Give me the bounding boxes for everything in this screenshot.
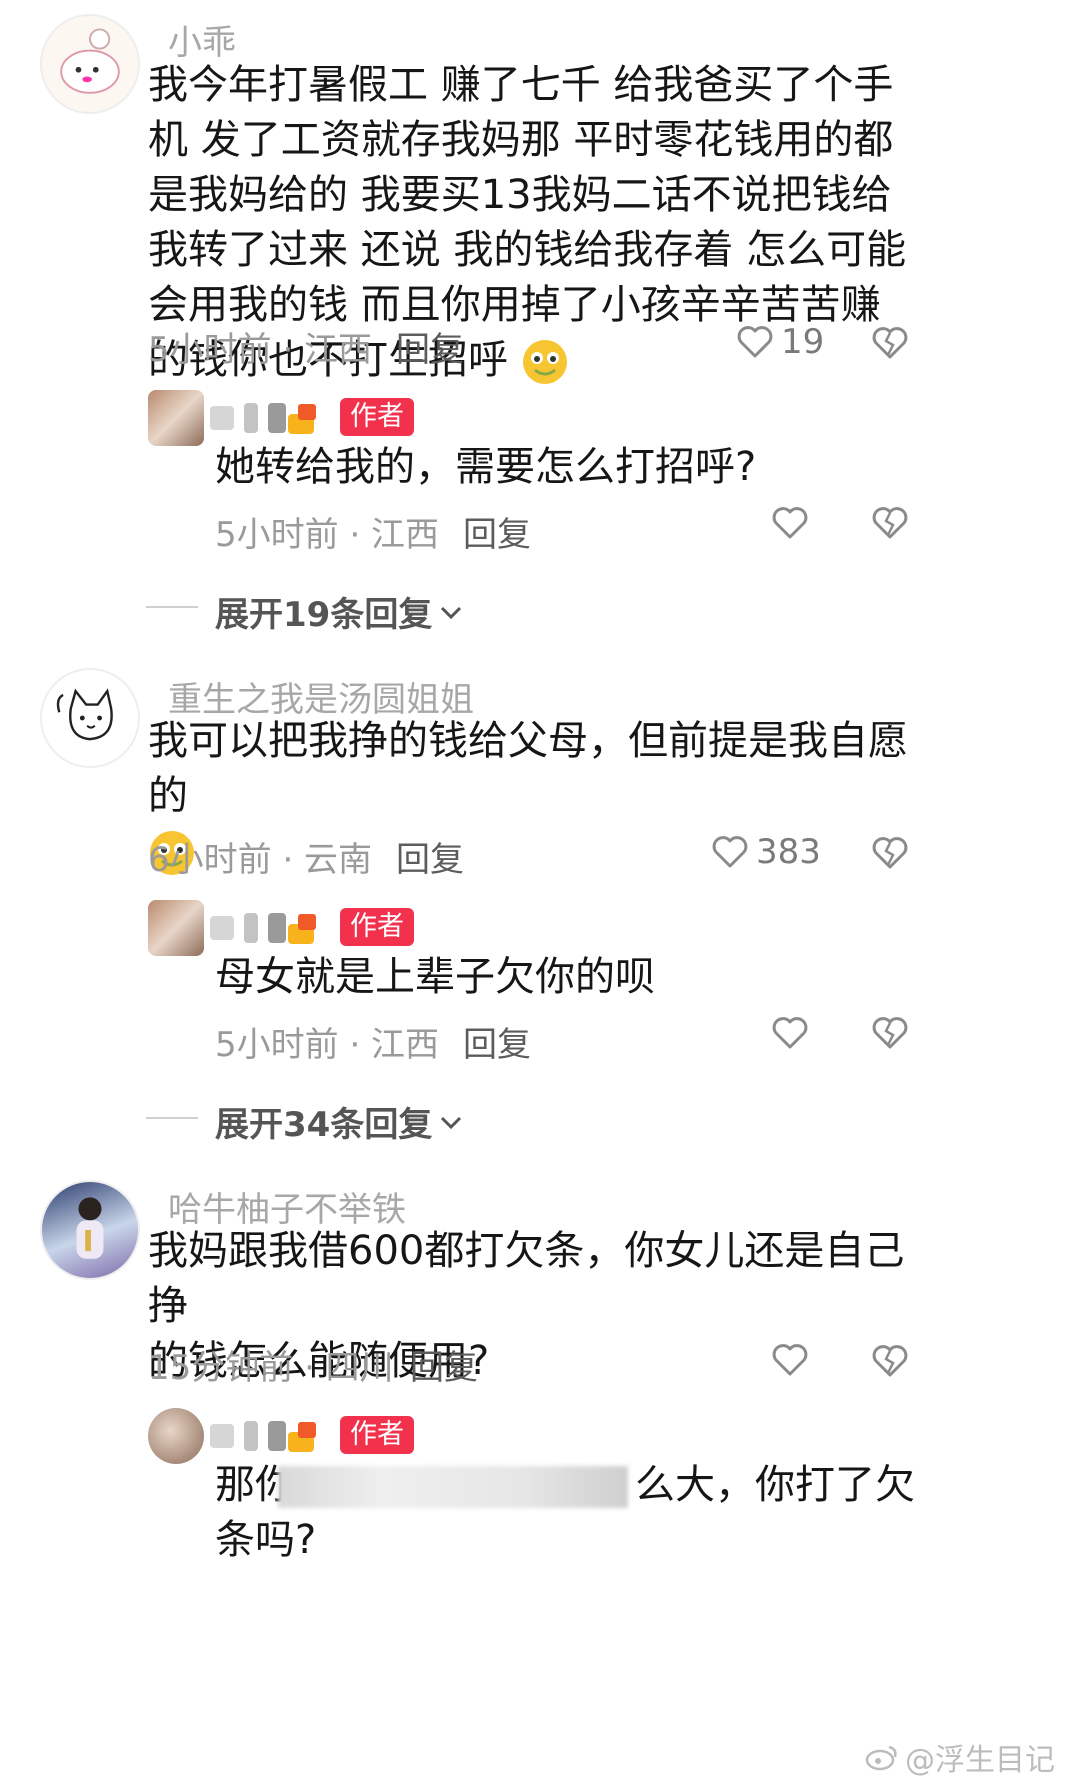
comment-username[interactable]: 小乖 — [168, 15, 236, 64]
author-badge: 作者 — [340, 1416, 414, 1454]
level-badge-icon — [288, 404, 316, 434]
like-count: 19 — [781, 322, 825, 362]
avatar[interactable] — [40, 668, 140, 768]
expand-replies-button[interactable]: 展开19条回复 — [215, 587, 464, 636]
heart-icon — [737, 326, 773, 358]
reply-button[interactable]: 回复 — [463, 507, 531, 556]
dislike-icon[interactable] — [870, 1341, 910, 1381]
author-username-blurred — [210, 1418, 286, 1454]
level-badge-icon — [288, 1422, 316, 1452]
author-badge: 作者 — [340, 908, 414, 946]
skater-avatar-icon — [76, 1197, 104, 1259]
author-reply-text: 她转给我的，需要怎么打招呼? — [215, 444, 757, 490]
heart-icon — [712, 836, 748, 868]
reply-button[interactable]: 回复 — [396, 832, 464, 881]
heart-icon[interactable] — [770, 503, 810, 543]
level-badge-icon — [288, 914, 316, 944]
like-button[interactable]: 19 — [735, 322, 824, 362]
expand-replies-label: 展开19条回复 — [215, 595, 433, 635]
expand-replies-button[interactable]: 展开34条回复 — [215, 1097, 464, 1146]
chevron-down-icon — [441, 606, 462, 619]
like-button[interactable]: 383 — [710, 832, 821, 872]
smile-emoji-icon — [522, 340, 567, 384]
author-reply-text-line: 条吗? — [215, 1517, 317, 1563]
author-reply-text: 母女就是上辈子欠你的呗 — [215, 954, 655, 1000]
comment-time-location: 15分钟前 · 四川 — [148, 1348, 394, 1388]
author-badge: 作者 — [340, 398, 414, 436]
comment-time-location: 6小时前 · 云南 — [148, 840, 373, 880]
author-avatar[interactable] — [148, 1408, 204, 1464]
reply-time-location: 5小时前 · 江西 — [215, 515, 440, 555]
comment-time-location: 5小时前 · 江西 — [148, 330, 373, 370]
reply-button[interactable]: 回复 — [410, 1340, 478, 1389]
dislike-icon[interactable] — [870, 1013, 910, 1053]
reply-button[interactable]: 回复 — [396, 322, 464, 371]
reply-time-location: 5小时前 · 江西 — [215, 1025, 440, 1065]
dislike-icon[interactable] — [870, 503, 910, 543]
author-username-blurred — [210, 910, 286, 946]
expand-divider — [146, 1117, 198, 1119]
dog-avatar-icon — [60, 28, 120, 94]
author-username-blurred — [210, 400, 286, 436]
avatar[interactable] — [40, 14, 140, 114]
heart-icon[interactable] — [770, 1013, 810, 1053]
like-count: 383 — [756, 832, 821, 872]
expand-divider — [146, 606, 198, 608]
expand-replies-label: 展开34条回复 — [215, 1105, 433, 1145]
cat-avatar-icon — [56, 688, 113, 741]
watermark: @浮生目记 — [865, 1735, 1055, 1779]
author-avatar[interactable] — [148, 900, 204, 956]
chevron-down-icon — [441, 1116, 462, 1129]
author-reply-text-end: 么大，你打了欠 — [635, 1462, 915, 1508]
comment-text-line: 我妈跟我借600都打欠条，你女儿还是自己挣 — [148, 1228, 905, 1329]
dislike-icon[interactable] — [870, 833, 910, 873]
comment-text-body: 我可以把我挣的钱给父母，但前提是我自愿的 — [148, 718, 908, 819]
author-avatar[interactable] — [148, 390, 204, 446]
reply-button[interactable]: 回复 — [463, 1017, 531, 1066]
watermark-text: @浮生目记 — [905, 1743, 1055, 1778]
weibo-logo-icon — [865, 1745, 897, 1771]
dislike-icon[interactable] — [870, 323, 910, 363]
avatar[interactable] — [40, 1180, 140, 1280]
heart-icon[interactable] — [770, 1340, 810, 1380]
redaction-blur — [278, 1466, 628, 1508]
